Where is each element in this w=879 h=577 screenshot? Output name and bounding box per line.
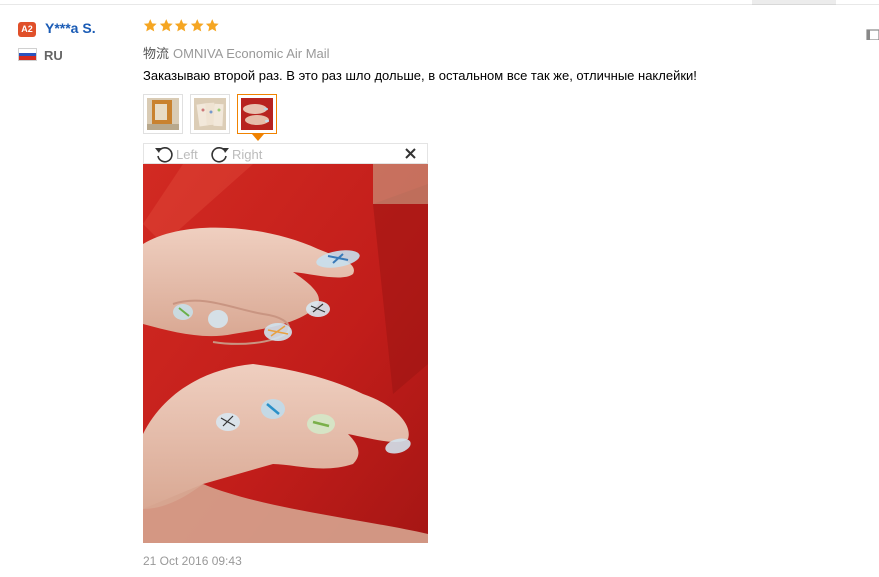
- thumbs-up-icon[interactable]: [865, 26, 879, 40]
- shipping-method: OMNIVA Economic Air Mail: [173, 46, 330, 61]
- buyer-level-badge: A2: [18, 22, 36, 37]
- star-icon: [190, 19, 204, 32]
- review-comment: Заказываю второй раз. В это раз шло доль…: [143, 68, 697, 83]
- nail-stickers-photo-icon: [194, 98, 226, 130]
- buyer-name: Y***a S.: [45, 20, 96, 36]
- star-icon: [205, 19, 219, 32]
- review-photo-enlarged: [143, 164, 428, 543]
- russia-flag-icon: [18, 48, 37, 61]
- nails-on-hands-photo-icon: [241, 98, 273, 130]
- rotate-left-icon: [155, 147, 173, 163]
- star-icon: [174, 19, 188, 32]
- top-divider: [0, 4, 879, 5]
- rotate-left-button[interactable]: Left: [154, 144, 198, 164]
- shipping-info: 物流 OMNIVA Economic Air Mail: [143, 43, 330, 62]
- review-date: 21 Oct 2016 09:43: [143, 554, 242, 568]
- rating-stars: [143, 18, 220, 36]
- review-thumbnail[interactable]: [190, 94, 230, 134]
- selected-thumbnail-pointer: [252, 134, 264, 141]
- review-thumbnail-selected[interactable]: [237, 94, 277, 134]
- pagination-tab-edge: [752, 0, 836, 5]
- close-icon[interactable]: [405, 148, 416, 159]
- buyer-country: RU: [44, 48, 63, 63]
- star-icon: [143, 19, 157, 32]
- rotate-right-label: Right: [232, 146, 263, 162]
- image-viewer-toolbar: Left Right: [143, 143, 428, 164]
- star-icon: [159, 19, 173, 32]
- rotate-right-button[interactable]: Right: [210, 144, 262, 164]
- shipping-label: 物流: [143, 46, 170, 61]
- nails-on-hands-photo: [143, 164, 428, 543]
- product-package-photo-icon: [147, 98, 179, 130]
- rotate-right-icon: [211, 147, 229, 163]
- review-thumbnail[interactable]: [143, 94, 183, 134]
- rotate-left-label: Left: [176, 146, 198, 162]
